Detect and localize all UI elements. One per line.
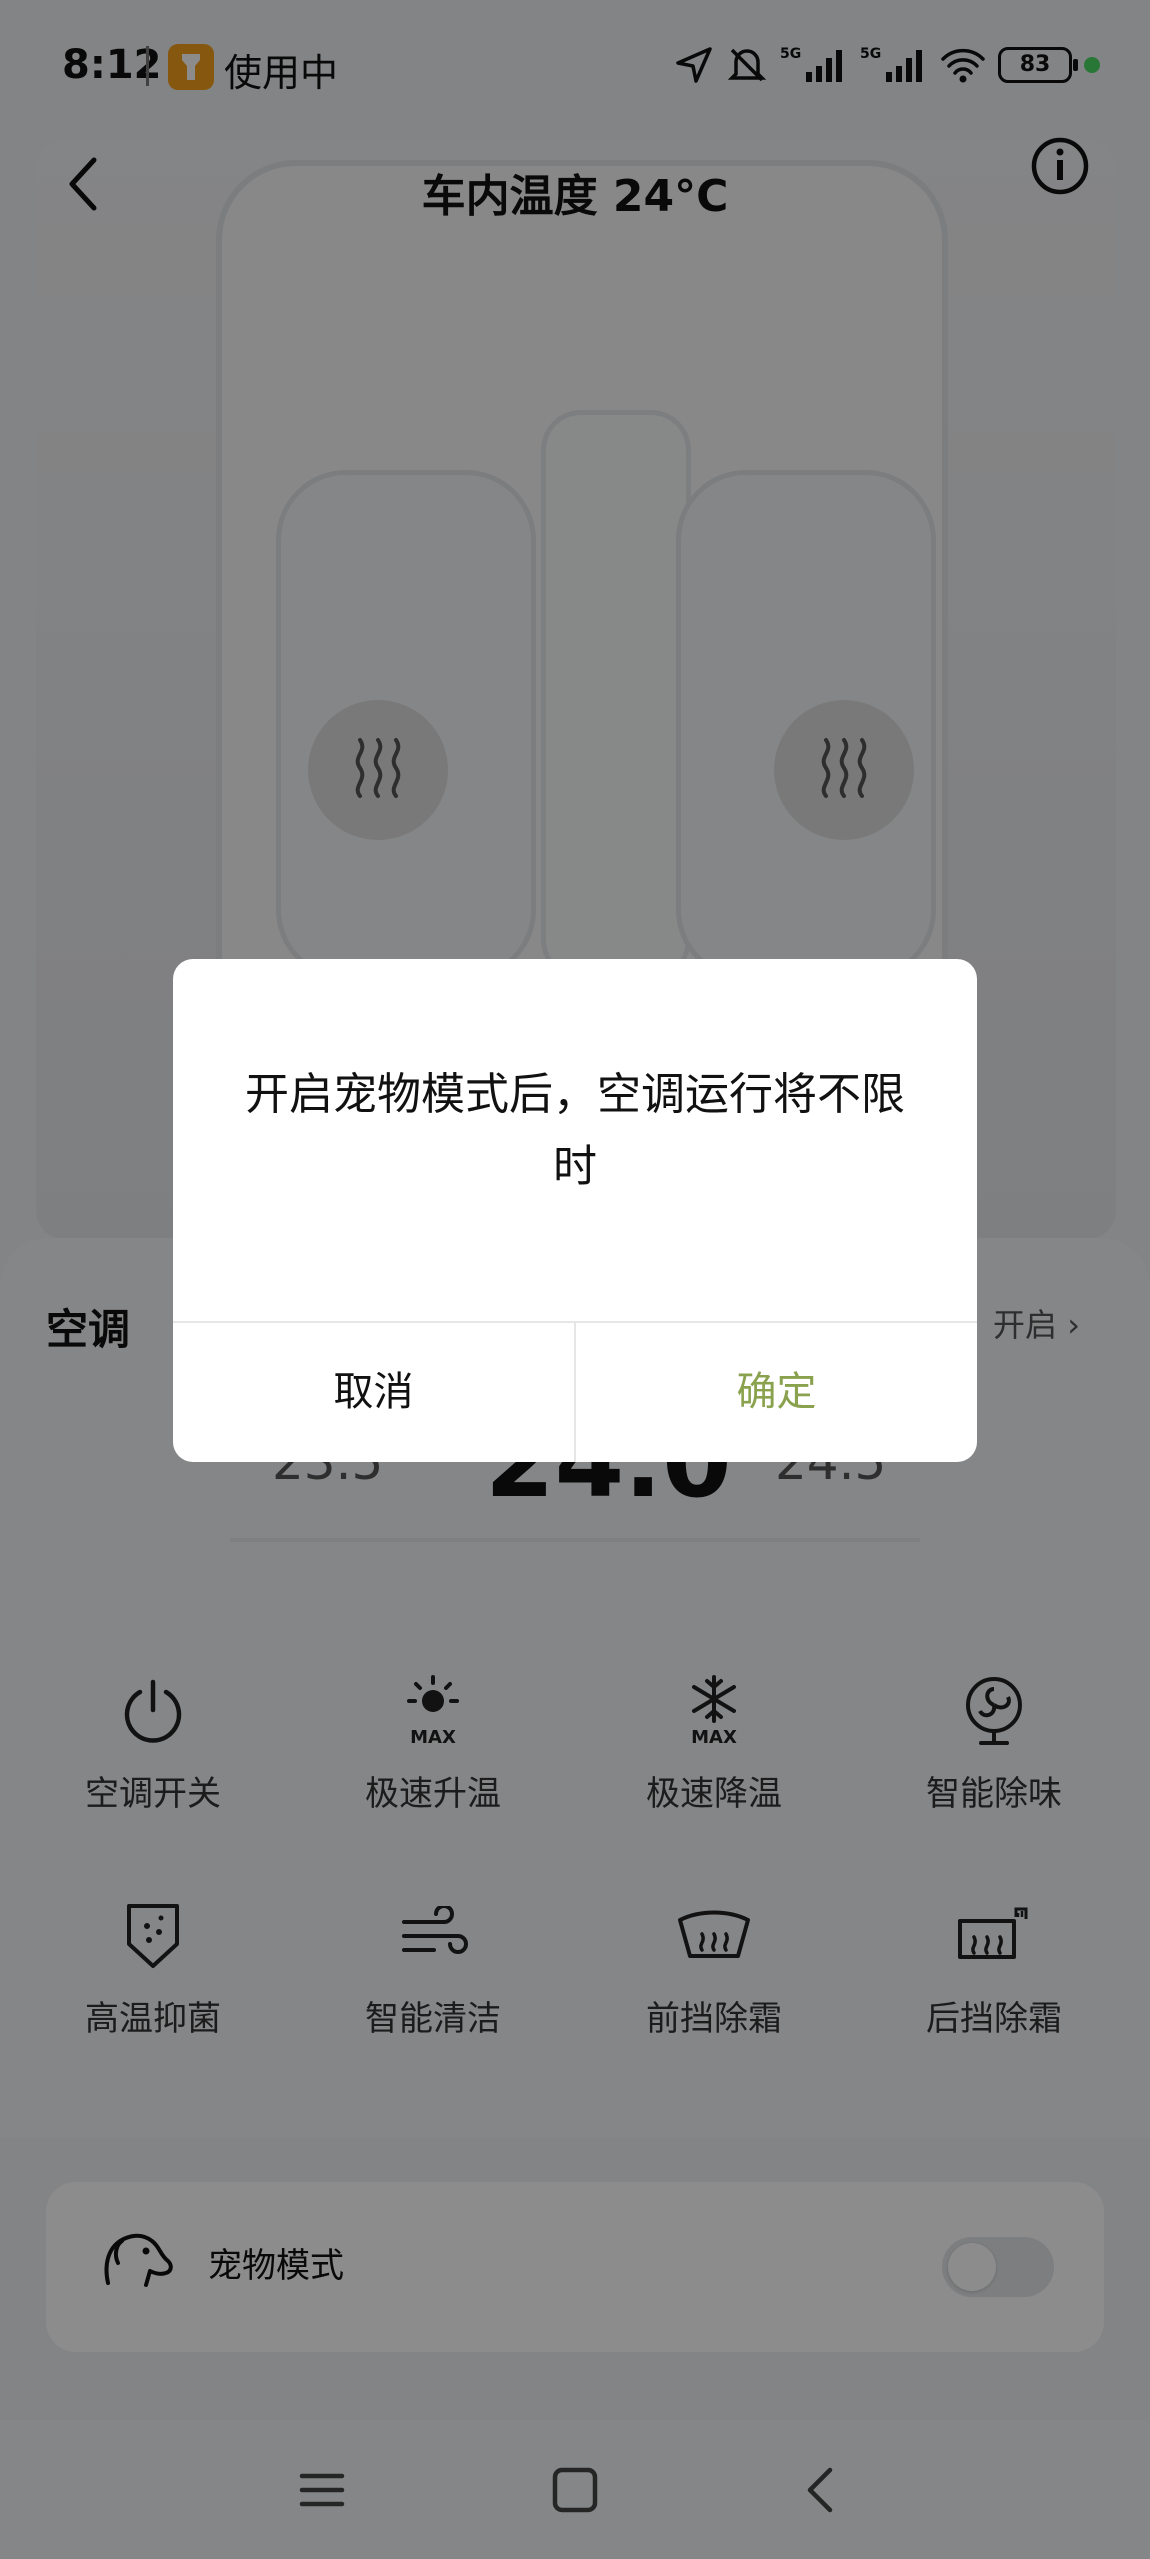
dialog-message: 开启宠物模式后，空调运行将不限时 xyxy=(245,1069,905,1192)
cancel-button[interactable]: 取消 xyxy=(173,1323,574,1462)
confirm-button[interactable]: 确定 xyxy=(576,1323,977,1462)
pet-mode-confirm-dialog: 开启宠物模式后，空调运行将不限时 取消 确定 xyxy=(173,959,977,1462)
